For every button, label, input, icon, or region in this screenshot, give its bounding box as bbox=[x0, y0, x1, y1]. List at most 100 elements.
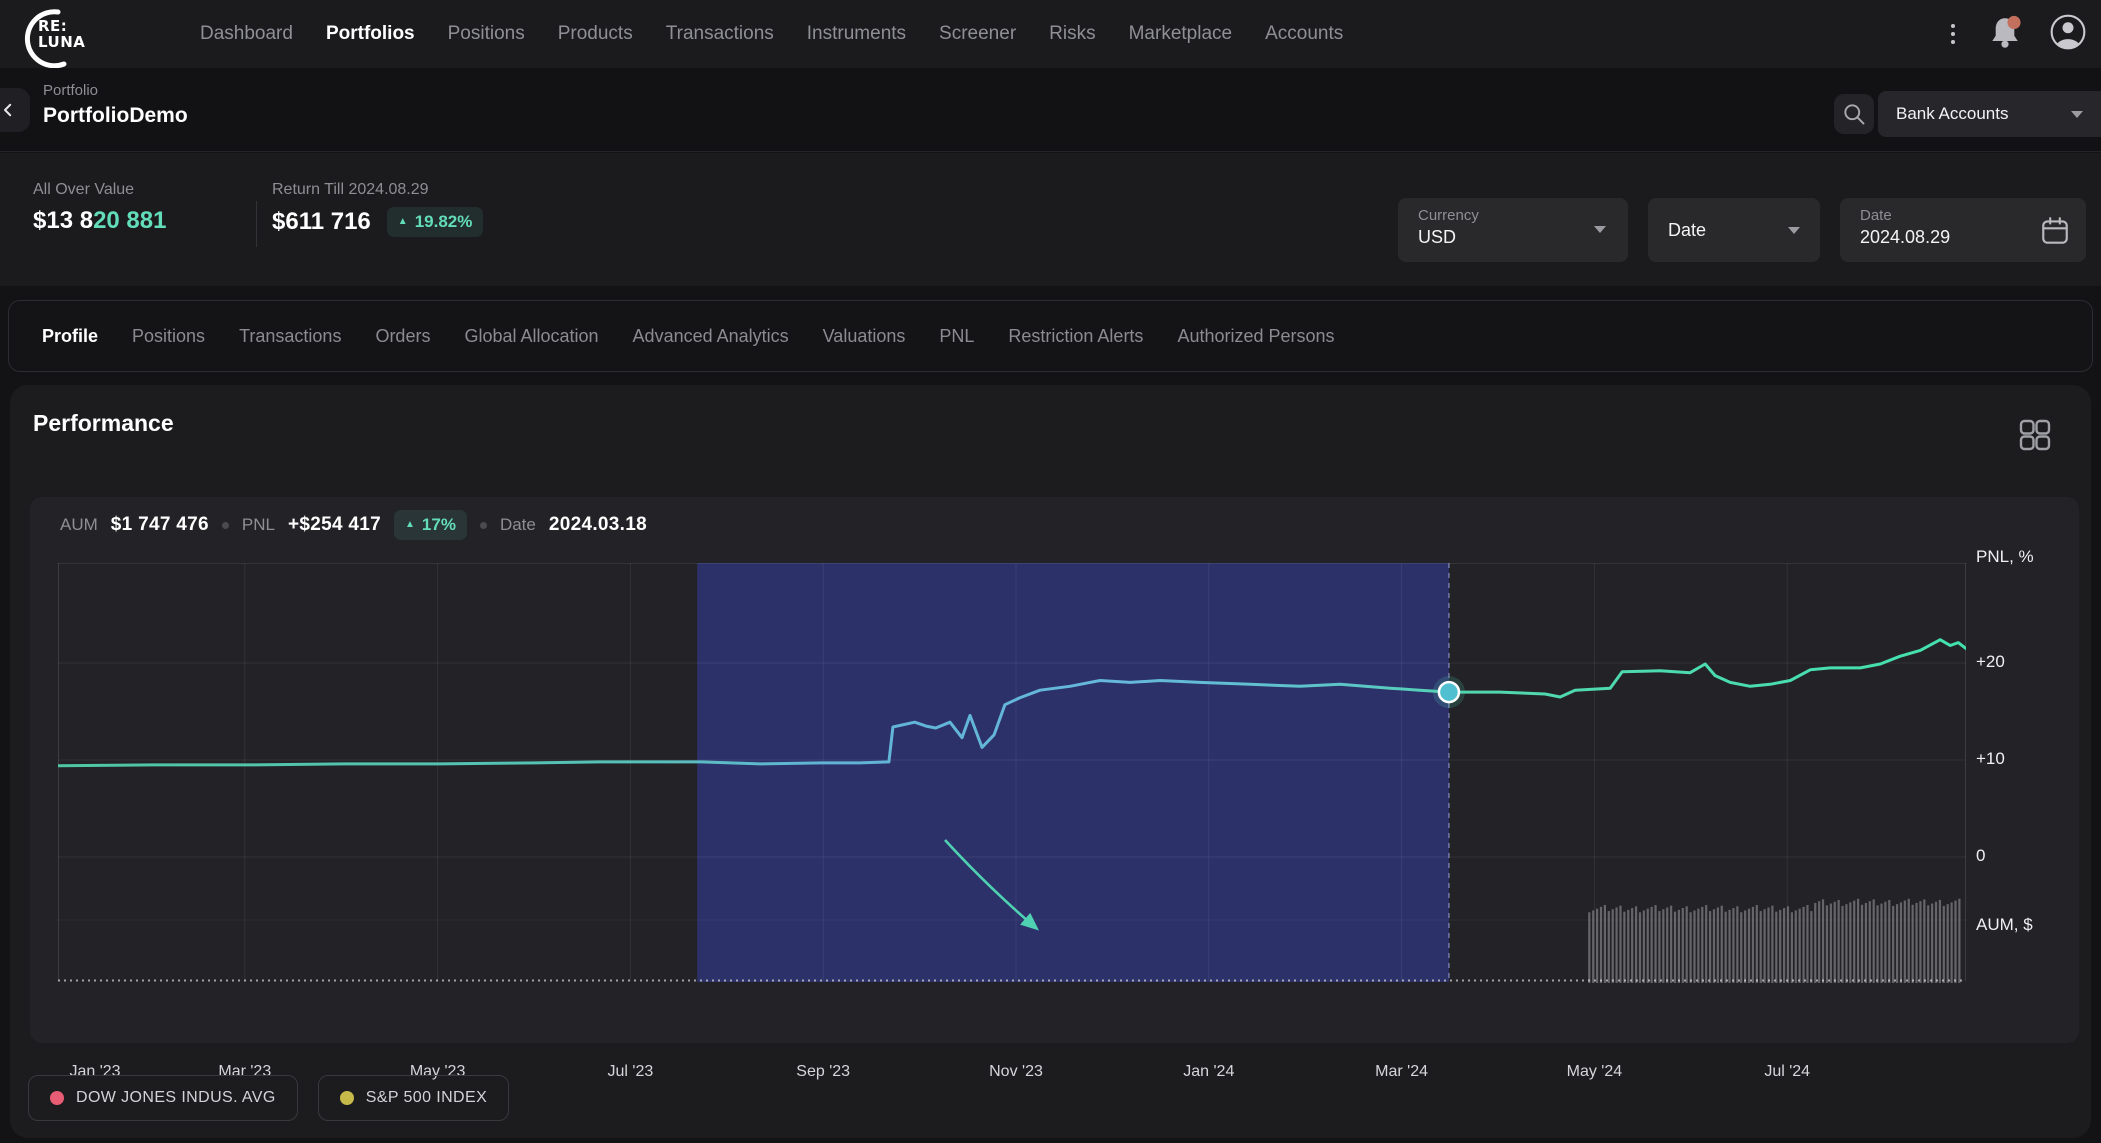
date-mode-label: Date bbox=[1668, 220, 1788, 241]
all-over-value: $13 820 881 bbox=[33, 207, 166, 235]
highlight-region bbox=[697, 563, 1449, 982]
nav-item[interactable]: Marketplace bbox=[1129, 23, 1233, 45]
return-stat: Return Till 2024.08.29 $611 716 ▲19.82% bbox=[272, 181, 483, 237]
nav-item[interactable]: Products bbox=[558, 23, 633, 45]
nav-right-icons bbox=[1945, 0, 2087, 68]
tab[interactable]: Restriction Alerts bbox=[1008, 326, 1143, 347]
y-tick-label: +10 bbox=[1976, 749, 2005, 769]
chart-plot-area[interactable] bbox=[58, 563, 1966, 983]
app-logo[interactable]: RE: LUNA bbox=[14, 5, 94, 63]
divider bbox=[256, 201, 257, 247]
tab[interactable]: Transactions bbox=[239, 326, 341, 347]
legend-label: DOW JONES INDUS. AVG bbox=[76, 1089, 276, 1107]
performance-chart-panel: AUM $1 747 476 PNL +$254 417 ▲17% Date 2… bbox=[30, 497, 2079, 1043]
portfolio-tabs: Profile Positions Transactions Orders Gl… bbox=[8, 300, 2093, 372]
chevron-down-icon bbox=[1594, 226, 1606, 233]
date-label: Date bbox=[1860, 207, 2066, 224]
date-value: 2024.08.29 bbox=[1860, 227, 2066, 248]
legend-toggle-button[interactable]: DOW JONES INDUS. AVG bbox=[28, 1075, 298, 1121]
nav-item[interactable]: Instruments bbox=[807, 23, 906, 45]
return-value: $611 716 bbox=[272, 208, 371, 236]
more-menu-icon[interactable] bbox=[1945, 18, 1961, 50]
x-tick-label: Sep '23 bbox=[796, 1063, 850, 1081]
chart-marker[interactable] bbox=[1433, 676, 1465, 708]
notifications-button[interactable] bbox=[1987, 14, 2023, 55]
top-navbar: RE: LUNA Dashboard Portfolios Positions … bbox=[0, 0, 2101, 68]
date-picker[interactable]: Date 2024.08.29 bbox=[1840, 198, 2086, 262]
y-tick-label: 0 bbox=[1976, 846, 1985, 866]
legend-toggle-button[interactable]: S&P 500 INDEX bbox=[318, 1075, 509, 1121]
calendar-icon bbox=[2040, 215, 2070, 252]
x-tick-label: Jan '24 bbox=[1183, 1063, 1234, 1081]
nav-item[interactable]: Accounts bbox=[1265, 23, 1343, 45]
bank-accounts-select[interactable]: Bank Accounts bbox=[1878, 91, 2101, 137]
tab[interactable]: Orders bbox=[375, 326, 430, 347]
x-tick-label: May '24 bbox=[1567, 1063, 1623, 1081]
chevron-down-icon bbox=[1788, 227, 1800, 234]
back-button[interactable] bbox=[0, 88, 30, 132]
bank-accounts-label: Bank Accounts bbox=[1896, 104, 2071, 124]
nav-item[interactable]: Risks bbox=[1049, 23, 1095, 45]
triangle-up-icon: ▲ bbox=[398, 217, 408, 227]
legend-color-dot bbox=[50, 1091, 64, 1105]
performance-card: Performance AUM $1 747 476 PNL +$254 417… bbox=[10, 385, 2091, 1138]
y-axis-secondary-title: AUM, $ bbox=[1976, 915, 2033, 935]
page-title: PortfolioDemo bbox=[43, 104, 188, 128]
nav-item[interactable]: Portfolios bbox=[326, 23, 415, 45]
nav-item[interactable]: Dashboard bbox=[200, 23, 293, 45]
currency-select[interactable]: Currency USD bbox=[1398, 198, 1628, 262]
nav-item[interactable]: Transactions bbox=[666, 23, 774, 45]
return-badge: ▲19.82% bbox=[387, 207, 484, 237]
search-icon bbox=[1841, 101, 1867, 127]
tooltip-date-label: Date bbox=[500, 515, 536, 535]
tab[interactable]: Advanced Analytics bbox=[633, 326, 789, 347]
tooltip-pnl-badge: ▲17% bbox=[394, 510, 467, 540]
tab[interactable]: Profile bbox=[42, 326, 98, 347]
tooltip-aum-label: AUM bbox=[60, 515, 98, 535]
x-tick-label: Nov '23 bbox=[989, 1063, 1043, 1081]
x-tick-label: Jul '24 bbox=[1764, 1063, 1810, 1081]
tab[interactable]: Positions bbox=[132, 326, 205, 347]
performance-chart[interactable] bbox=[58, 563, 1966, 983]
nav-item[interactable]: Screener bbox=[939, 23, 1016, 45]
currency-value: USD bbox=[1418, 227, 1608, 248]
y-tick-label: +20 bbox=[1976, 652, 2005, 672]
chart-tooltip: AUM $1 747 476 PNL +$254 417 ▲17% Date 2… bbox=[60, 507, 647, 543]
bell-icon bbox=[1987, 14, 2023, 50]
dot-separator bbox=[480, 522, 487, 529]
y-axis-labels: PNL, % +20 +10 0 AUM, $ bbox=[1976, 497, 2076, 1043]
avatar-icon bbox=[2049, 13, 2087, 51]
tooltip-pnl-label: PNL bbox=[242, 515, 275, 535]
triangle-up-icon: ▲ bbox=[405, 520, 415, 530]
breadcrumb: Portfolio bbox=[43, 82, 98, 99]
grid-icon bbox=[2018, 418, 2052, 452]
logo-text: RE: LUNA bbox=[38, 18, 85, 50]
tab[interactable]: Valuations bbox=[823, 326, 906, 347]
nav-item[interactable]: Positions bbox=[448, 23, 525, 45]
tooltip-pnl-value: +$254 417 bbox=[288, 514, 381, 536]
x-tick-label: Mar '24 bbox=[1375, 1063, 1428, 1081]
tab[interactable]: Authorized Persons bbox=[1177, 326, 1334, 347]
tooltip-date-value: 2024.03.18 bbox=[549, 514, 647, 536]
layout-grid-button[interactable] bbox=[2017, 417, 2053, 453]
nav-items: Dashboard Portfolios Positions Products … bbox=[200, 0, 1343, 68]
stat-label: Return Till 2024.08.29 bbox=[272, 181, 483, 199]
stat-label: All Over Value bbox=[33, 181, 166, 199]
currency-label: Currency bbox=[1418, 207, 1608, 224]
chart-legend: DOW JONES INDUS. AVG S&P 500 INDEX bbox=[28, 1075, 509, 1121]
tooltip-aum-value: $1 747 476 bbox=[111, 514, 209, 536]
section-title: Performance bbox=[33, 410, 174, 437]
search-button[interactable] bbox=[1834, 94, 1874, 134]
legend-label: S&P 500 INDEX bbox=[366, 1089, 487, 1107]
notification-dot bbox=[2007, 15, 2020, 28]
all-over-value-stat: All Over Value $13 820 881 bbox=[33, 181, 166, 235]
y-axis-title: PNL, % bbox=[1976, 547, 2034, 567]
tab[interactable]: PNL bbox=[939, 326, 974, 347]
account-button[interactable] bbox=[2049, 13, 2087, 56]
dot-separator bbox=[222, 522, 229, 529]
stats-bar: All Over Value $13 820 881 Return Till 2… bbox=[0, 153, 2101, 286]
chevron-down-icon bbox=[2071, 111, 2083, 118]
aum-bars bbox=[1588, 899, 1960, 983]
tab[interactable]: Global Allocation bbox=[464, 326, 598, 347]
date-mode-select[interactable]: Date bbox=[1648, 198, 1820, 262]
